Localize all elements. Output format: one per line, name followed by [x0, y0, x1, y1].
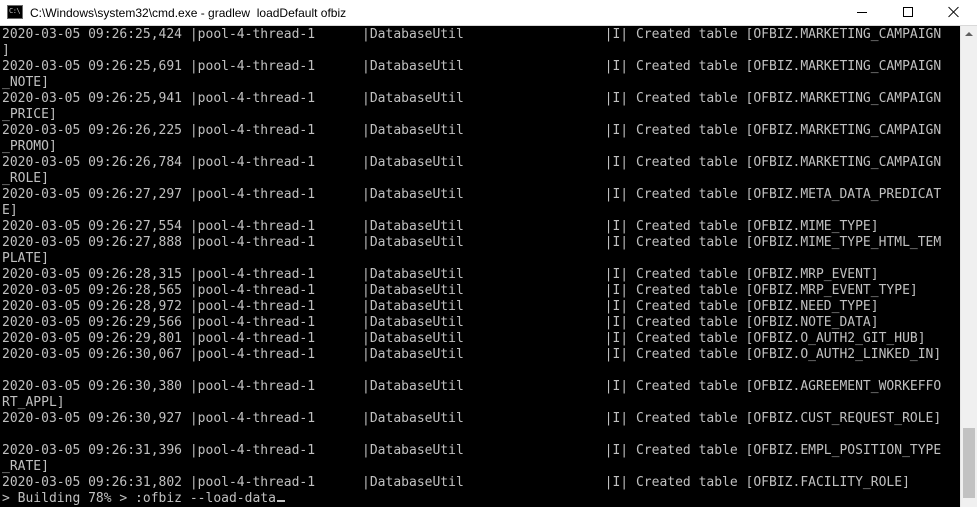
console-line: _NOTE]: [2, 75, 49, 90]
maximize-button[interactable]: [885, 0, 931, 26]
console-line: _RATE]: [2, 459, 49, 474]
console-line: 2020-03-05 09:26:28,565 |pool-4-thread-1…: [2, 283, 918, 298]
console-line: 2020-03-05 09:26:25,424 |pool-4-thread-1…: [2, 27, 942, 42]
vertical-scrollbar[interactable]: [960, 26, 977, 507]
console-lines: 2020-03-05 09:26:25,424 |pool-4-thread-1…: [2, 27, 941, 507]
console-line: 2020-03-05 09:26:26,784 |pool-4-thread-1…: [2, 155, 942, 170]
title-bar[interactable]: C:\ C:\Windows\system32\cmd.exe - gradle…: [0, 0, 977, 26]
console-line: 2020-03-05 09:26:30,067 |pool-4-thread-1…: [2, 347, 942, 362]
console-line: _PROMO]: [2, 139, 57, 154]
window-title: C:\Windows\system32\cmd.exe - gradlew lo…: [30, 6, 347, 20]
close-icon: [948, 6, 960, 18]
maximize-icon: [903, 7, 913, 17]
console-line: _ROLE]: [2, 171, 49, 186]
status-line: > Building 78% > :ofbiz --load-data: [2, 491, 941, 507]
console-line: RT_APPL]: [2, 395, 65, 410]
console-line: 2020-03-05 09:26:27,554 |pool-4-thread-1…: [2, 219, 879, 234]
console-line: 2020-03-05 09:26:29,566 |pool-4-thread-1…: [2, 315, 879, 330]
console-line: 2020-03-05 09:26:26,225 |pool-4-thread-1…: [2, 123, 942, 138]
console-line: 2020-03-05 09:26:31,802 |pool-4-thread-1…: [2, 475, 910, 490]
status-text: > Building 78% > :ofbiz --load-data: [2, 491, 276, 506]
console-output[interactable]: 2020-03-05 09:26:25,424 |pool-4-thread-1…: [0, 26, 960, 507]
console-line: 2020-03-05 09:26:25,941 |pool-4-thread-1…: [2, 91, 942, 106]
text-cursor: [276, 500, 285, 502]
console-line: 2020-03-05 09:26:29,801 |pool-4-thread-1…: [2, 331, 926, 346]
console-line: 2020-03-05 09:26:25,691 |pool-4-thread-1…: [2, 59, 942, 74]
console-line: 2020-03-05 09:26:28,315 |pool-4-thread-1…: [2, 267, 879, 282]
console-line: E]: [2, 203, 18, 218]
scroll-up-button[interactable]: [961, 26, 977, 43]
cmd-icon[interactable]: C:\: [7, 5, 23, 19]
console-line: 2020-03-05 09:26:31,396 |pool-4-thread-1…: [2, 443, 942, 458]
console-line: ]: [2, 43, 10, 58]
console-line: 2020-03-05 09:26:27,888 |pool-4-thread-1…: [2, 235, 942, 250]
close-button[interactable]: [931, 0, 977, 26]
console-line: _PRICE]: [2, 107, 57, 122]
console-line: PLATE]: [2, 251, 49, 266]
console-line: 2020-03-05 09:26:30,927 |pool-4-thread-1…: [2, 411, 942, 426]
scroll-thumb[interactable]: [963, 428, 975, 498]
arrow-up-icon: [965, 32, 973, 36]
console-line: 2020-03-05 09:26:30,380 |pool-4-thread-1…: [2, 379, 942, 394]
console-line: 2020-03-05 09:26:28,972 |pool-4-thread-1…: [2, 299, 879, 314]
console-line: 2020-03-05 09:26:27,297 |pool-4-thread-1…: [2, 187, 942, 202]
minimize-icon: [857, 12, 867, 13]
cmd-window: C:\ C:\Windows\system32\cmd.exe - gradle…: [0, 0, 977, 507]
minimize-button[interactable]: [839, 0, 885, 26]
cmd-icon-label: C:\: [9, 7, 21, 15]
